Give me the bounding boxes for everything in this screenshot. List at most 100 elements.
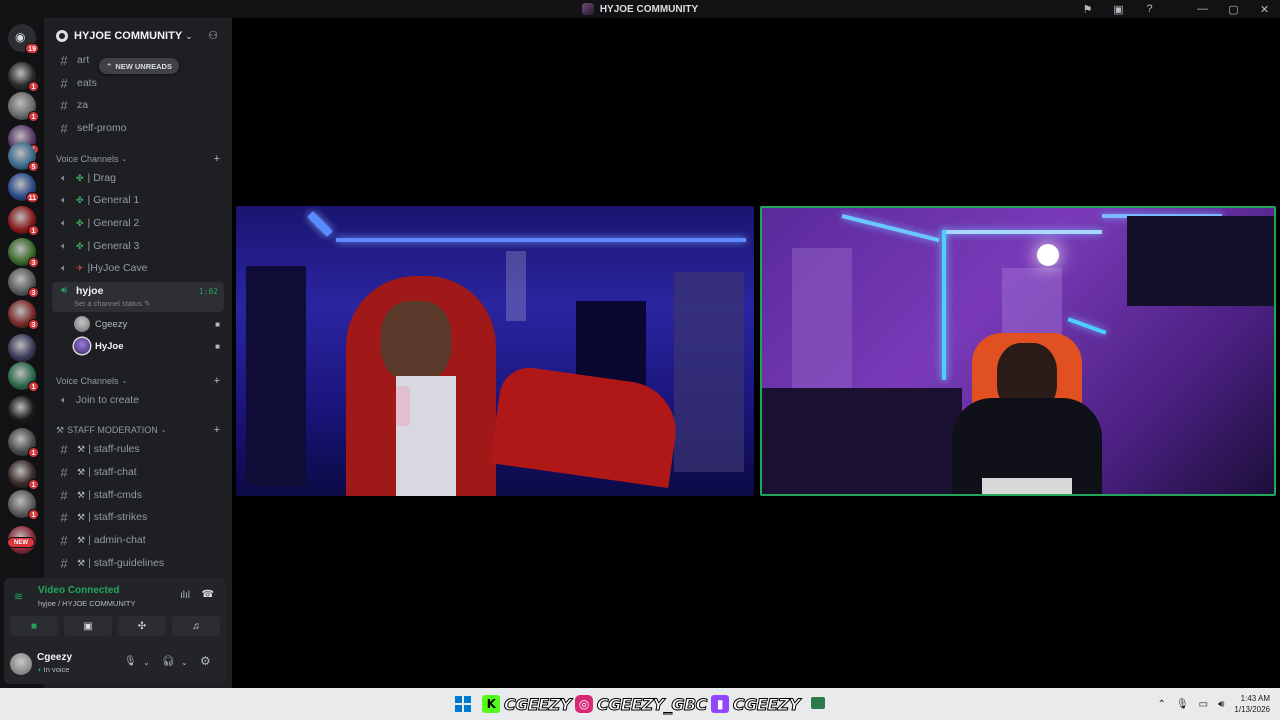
minimize-icon[interactable]: — xyxy=(1187,0,1218,18)
server-icon[interactable]: 3 xyxy=(8,300,39,330)
speaker-icon: 🔈︎ xyxy=(61,194,67,206)
channel-staff-cmds[interactable]: # ⚒ | staff-cmds xyxy=(52,485,224,505)
signal-icon[interactable]: ≋ xyxy=(14,590,23,603)
voice-channel-general-2[interactable]: 🔈︎ ✤ | General 2 xyxy=(52,213,224,233)
new-unreads-pill[interactable]: ⌃ NEW UNREADS xyxy=(99,58,179,74)
channel-self-promo[interactable]: # self-promo xyxy=(52,118,224,138)
server-icon[interactable]: 3 xyxy=(8,238,39,268)
category-voice-channels-2[interactable]: Voice Channels ⌄ + xyxy=(56,374,224,388)
category-staff-moderation[interactable]: ⚒ STAFF MODERATION ⌄ + xyxy=(56,423,224,437)
terminal-icon[interactable] xyxy=(811,697,825,709)
avatar[interactable] xyxy=(10,653,32,675)
hash-icon: # xyxy=(60,555,68,571)
flag-icon[interactable]: ⚑ xyxy=(1072,0,1103,18)
voice-channel-join-to-create[interactable]: 🔈︎ Join to create xyxy=(52,390,224,410)
channel-label: | staff-chat xyxy=(88,466,137,478)
voice-channel-drag[interactable]: 🔈︎ ✤ | Drag xyxy=(52,168,224,188)
disconnect-icon[interactable]: ☎ xyxy=(202,589,214,600)
create-channel-icon[interactable]: + xyxy=(214,153,220,165)
server-icon[interactable]: 1 xyxy=(8,62,39,92)
server-badge: 1 xyxy=(28,381,39,392)
create-channel-icon[interactable]: + xyxy=(214,424,220,436)
server-badge: 1 xyxy=(28,111,39,122)
chair xyxy=(246,266,306,486)
user-name[interactable]: Cgeezy xyxy=(37,652,72,663)
server-icon[interactable]: 1 xyxy=(8,362,39,392)
channel-staff-guidelines[interactable]: # ⚒ | staff-guidelines xyxy=(52,553,224,573)
server-icon[interactable]: 5 xyxy=(8,142,39,172)
channel-za[interactable]: # za xyxy=(52,95,224,115)
person-face xyxy=(381,301,451,381)
hash-icon: # xyxy=(60,509,68,525)
voice-channel-hyjoe-active[interactable]: 🔊︎ hyjoe 1:02 Set a channel status ✎ xyxy=(52,282,224,312)
display-icon[interactable]: ▭ xyxy=(1199,699,1208,710)
channel-label: |HyJoe Cave xyxy=(87,262,148,274)
screen-share-button[interactable]: ▣ xyxy=(64,616,112,636)
server-icon[interactable]: 1 xyxy=(8,206,39,236)
volume-icon[interactable]: 🔊︎ xyxy=(1218,699,1224,710)
windows-start-icon[interactable] xyxy=(455,696,471,712)
server-icon[interactable]: NEW xyxy=(7,526,36,554)
channel-staff-strikes[interactable]: # ⚒ | staff-strikes xyxy=(52,507,224,527)
server-icon[interactable]: 3 xyxy=(8,268,39,298)
server-icon[interactable] xyxy=(8,396,36,424)
led-light xyxy=(336,238,746,242)
tv-screen xyxy=(1127,216,1274,306)
invite-people-icon[interactable]: ⚇ xyxy=(206,29,220,43)
avatar xyxy=(74,316,90,332)
help-icon[interactable]: ? xyxy=(1134,0,1165,18)
server-icon[interactable]: 1 xyxy=(8,92,39,122)
maximize-icon[interactable]: ▢ xyxy=(1218,0,1249,18)
server-icon[interactable]: 11 xyxy=(8,173,39,203)
door xyxy=(792,248,852,398)
tool-icon: ⚒ xyxy=(77,557,86,568)
server-icon[interactable]: 1 xyxy=(8,460,39,490)
chevron-down-icon[interactable]: ⌄ xyxy=(181,658,188,667)
voice-channel-general-1[interactable]: 🔈︎ ✤ | General 1 xyxy=(52,190,224,210)
voice-user-hyjoe[interactable]: HyJoe ■ xyxy=(74,337,224,355)
new-unreads-label: NEW UNREADS xyxy=(115,61,172,71)
close-icon[interactable]: ✕ xyxy=(1249,0,1280,18)
hash-icon: # xyxy=(60,75,68,91)
channel-staff-rules[interactable]: # ⚒ | staff-rules xyxy=(52,439,224,459)
voice-channel-general-3[interactable]: 🔈︎ ✤ | General 3 xyxy=(52,236,224,256)
voice-channel-hyjoe-cave[interactable]: 🔈︎ ✈ |HyJoe Cave xyxy=(52,258,224,278)
camera-icon: ■ xyxy=(30,620,38,632)
inbox-icon[interactable]: ▣ xyxy=(1103,0,1134,18)
home-button[interactable]: ◉ 19 xyxy=(8,24,39,54)
person-arm xyxy=(489,363,683,489)
channel-label: | staff-guidelines xyxy=(88,557,165,569)
headphones-icon[interactable]: 🎧︎ xyxy=(162,656,175,667)
video-tile-hyjoe[interactable] xyxy=(760,206,1276,496)
speaker-icon: 🔈︎ xyxy=(61,394,67,406)
microphone-icon[interactable]: 🎙︎ xyxy=(124,656,137,667)
hash-icon: # xyxy=(60,97,68,113)
server-icon[interactable]: 1 xyxy=(8,428,39,458)
clock[interactable]: 1:43 AM 1/13/2026 xyxy=(1234,693,1270,715)
channel-admin-chat[interactable]: # ⚒ | admin-chat xyxy=(52,530,224,550)
category-voice-channels[interactable]: Voice Channels ⌄ + xyxy=(56,152,224,166)
channel-eats[interactable]: # eats xyxy=(52,73,224,93)
gear-icon[interactable]: ⚙ xyxy=(200,654,211,668)
soundboard-button[interactable]: ♫ xyxy=(172,616,220,636)
voice-user-name: HyJoe xyxy=(95,340,124,352)
video-tile-cgeezy[interactable] xyxy=(236,206,754,496)
microphone-icon[interactable]: 🎙︎ xyxy=(1176,699,1189,710)
chevron-down-icon[interactable]: ⌄ xyxy=(143,658,150,667)
activities-button[interactable]: ✣ xyxy=(118,616,166,636)
video-stage xyxy=(232,18,1280,688)
voice-location[interactable]: hyjoe / HYJOE COMMUNITY xyxy=(38,599,136,608)
chevron-up-icon[interactable]: ⌃ xyxy=(1158,699,1166,710)
noise-suppression-icon[interactable]: ılıl xyxy=(180,590,190,601)
guild-header[interactable]: HYJOE COMMUNITY ⌄ ⚇ xyxy=(44,18,232,54)
server-icon[interactable] xyxy=(8,334,36,362)
channel-staff-chat[interactable]: # ⚒ | staff-chat xyxy=(52,462,224,482)
system-tray: ⌃ 🎙︎ ▭ 🔊︎ 1:43 AM 1/13/2026 xyxy=(1158,688,1270,720)
channel-label: | General 2 xyxy=(87,217,140,229)
server-icon[interactable]: 1 xyxy=(8,490,39,520)
tool-icon: ⚒ xyxy=(77,466,86,477)
create-channel-icon[interactable]: + xyxy=(214,375,220,387)
channel-status-link[interactable]: Set a channel status ✎ xyxy=(74,299,150,308)
camera-button[interactable]: ■ xyxy=(10,616,58,636)
voice-user-cgeezy[interactable]: Cgeezy ■ xyxy=(74,315,224,333)
